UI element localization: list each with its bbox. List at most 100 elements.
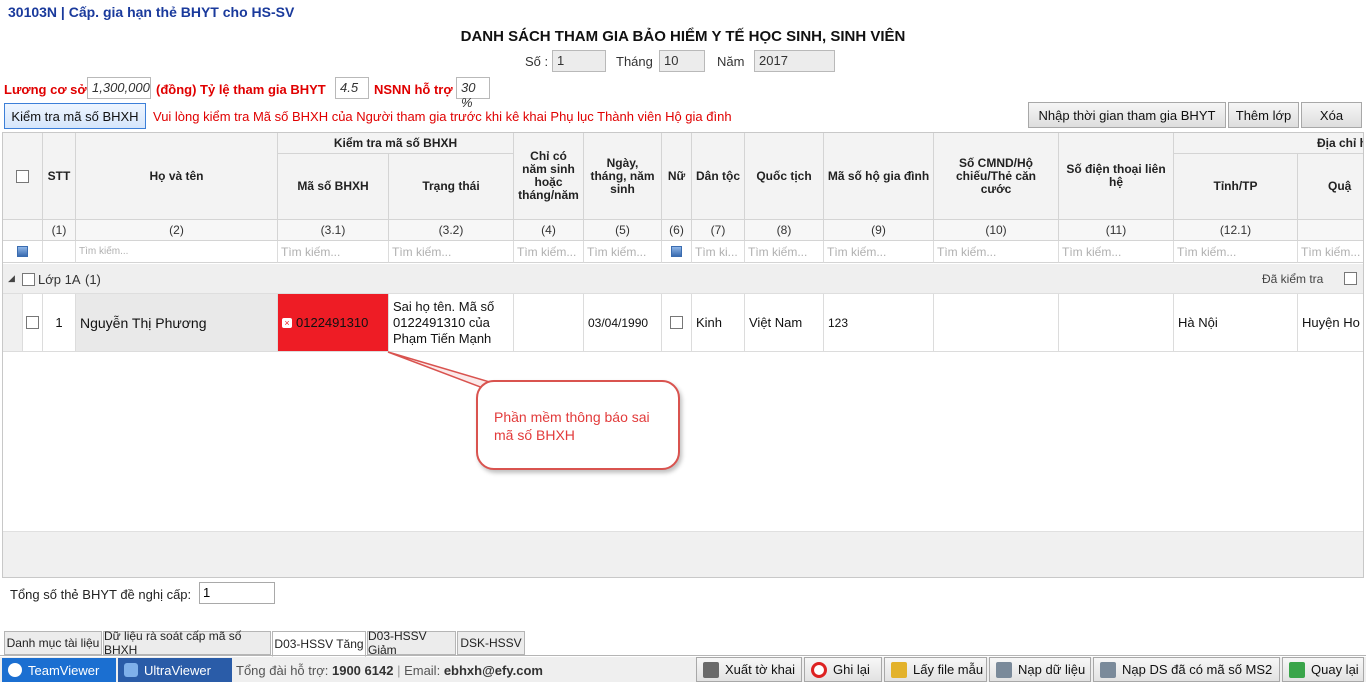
header-dob[interactable]: Ngày, tháng, năm sinh (584, 133, 662, 220)
search-female[interactable] (662, 241, 692, 263)
nsnn-field[interactable]: 30 % (456, 77, 490, 110)
email-label: Email: (404, 663, 441, 678)
add-class-button[interactable]: Thêm lớp (1228, 102, 1299, 128)
header-status[interactable]: Trạng thái (389, 154, 514, 220)
save-button[interactable]: Ghi lại (804, 657, 882, 682)
header-district[interactable]: Quậ (1298, 154, 1363, 220)
checked-label: Đã kiểm tra (1262, 272, 1324, 286)
filter-select-cell[interactable] (3, 241, 43, 263)
num-idcard: (10) (934, 220, 1059, 241)
get-template-button[interactable]: Lấy file mẫu (884, 657, 987, 682)
load-data-button[interactable]: Nạp dữ liệu (989, 657, 1091, 682)
filter-checkbox-icon[interactable] (17, 246, 28, 257)
female-filter-icon[interactable] (671, 246, 682, 257)
teamviewer-icon (8, 663, 22, 677)
group-checkbox[interactable] (22, 273, 35, 286)
export-button[interactable]: Xuất tờ khai (696, 657, 802, 682)
cell-phone[interactable] (1059, 294, 1174, 352)
group-count: (1) (85, 272, 101, 287)
search-phone[interactable]: Tìm kiếm... (1059, 241, 1174, 263)
luong-field[interactable]: 1,300,000 (87, 77, 151, 99)
header-address-group: Địa chỉ h (1174, 133, 1363, 154)
tab-d03-tang[interactable]: D03-HSSV Tăng (272, 631, 366, 657)
back-button[interactable]: Quay lại (1282, 657, 1364, 682)
email-value: ebhxh@efy.com (443, 663, 543, 678)
group-row[interactable]: ◢ Lớp 1A (1) Đã kiểm tra (3, 264, 1363, 294)
import-time-button[interactable]: Nhập thời gian tham gia BHYT (1028, 102, 1226, 128)
tab-dsk[interactable]: DSK-HSSV (457, 631, 525, 655)
thang-field[interactable]: 10 (659, 50, 705, 72)
header-stt[interactable]: STT (43, 133, 76, 220)
load-ms2-button[interactable]: Nạp DS đã có mã số MS2 (1093, 657, 1280, 682)
cell-household[interactable]: 123 (824, 294, 934, 352)
select-all-checkbox[interactable] (16, 169, 29, 183)
num-female: (6) (662, 220, 692, 241)
tab-d03-giam[interactable]: D03-HSSV Giảm (367, 629, 456, 657)
num-code: (3.1) (278, 220, 389, 241)
num-stt: (1) (43, 220, 76, 241)
checked-checkbox[interactable] (1344, 272, 1357, 285)
tab-du-lieu-ra-soat[interactable]: Dữ liệu rà soát cấp mã số BHXH (103, 629, 271, 657)
search-stt[interactable] (43, 241, 76, 263)
header-year-only[interactable]: Chỉ có năm sinh hoặc tháng/năm (514, 133, 584, 220)
group-label: Lớp 1A (38, 272, 81, 287)
check-bhxh-button[interactable]: Kiểm tra mã số BHXH (4, 103, 146, 129)
cell-province[interactable]: Hà Nội (1174, 294, 1298, 352)
tab-danh-muc[interactable]: Danh mục tài liệu (4, 631, 102, 655)
cell-idcard[interactable] (934, 294, 1059, 352)
search-district[interactable]: Tìm kiếm... (1298, 241, 1363, 263)
search-code[interactable]: Tìm kiếm... (278, 241, 389, 263)
search-status[interactable]: Tìm kiếm... (389, 241, 514, 263)
so-label: Số : (525, 54, 549, 69)
luong-label: Lương cơ sở (4, 82, 87, 97)
window-title: 30103N | Cấp. gia hạn thẻ BHYT cho HS-SV (8, 4, 295, 20)
back-icon (1289, 661, 1305, 678)
cell-nation[interactable]: Việt Nam (745, 294, 824, 352)
row-checkbox[interactable] (26, 316, 39, 329)
num-year-only: (4) (514, 220, 584, 241)
cell-name[interactable]: Nguyễn Thị Phương (76, 294, 278, 352)
search-ethnic[interactable]: Tìm ki... (692, 241, 745, 263)
cell-district[interactable]: Huyện Ho (1298, 294, 1363, 352)
load-ms2-label: Nạp DS đã có mã số MS2 (1122, 662, 1273, 677)
export-icon (703, 661, 719, 678)
document-title: DANH SÁCH THAM GIA BẢO HIỂM Y TẾ HỌC SIN… (460, 28, 906, 45)
delete-button[interactable]: Xóa (1301, 102, 1362, 128)
header-ethnic[interactable]: Dân tộc (692, 133, 745, 220)
search-nation[interactable]: Tìm kiếm... (745, 241, 824, 263)
cell-ethnic[interactable]: Kinh (692, 294, 745, 352)
search-idcard[interactable]: Tìm kiếm... (934, 241, 1059, 263)
search-household[interactable]: Tìm kiếm... (824, 241, 934, 263)
total-label: Tổng số thẻ BHYT đề nghị cấp: (10, 587, 192, 602)
row-select-cell[interactable] (23, 294, 43, 352)
tyle-label: (đồng) Tỷ lệ tham gia BHYT (156, 82, 326, 97)
header-phone[interactable]: Số điện thoại liên hệ (1059, 133, 1174, 220)
search-dob[interactable]: Tìm kiếm... (584, 241, 662, 263)
load-data-icon (996, 661, 1012, 678)
tyle-field[interactable]: 4.5 (335, 77, 369, 99)
tab-divider (0, 655, 1366, 656)
teamviewer-button[interactable]: TeamViewer (2, 658, 116, 682)
num-phone: (11) (1059, 220, 1174, 241)
search-province[interactable]: Tìm kiếm... (1174, 241, 1298, 263)
search-name[interactable]: Tìm kiếm... (76, 241, 278, 263)
header-nation[interactable]: Quốc tịch (745, 133, 824, 220)
search-year-only[interactable]: Tìm kiếm... (514, 241, 584, 263)
header-province[interactable]: Tỉnh/TP (1174, 154, 1298, 220)
female-checkbox[interactable] (670, 316, 683, 329)
header-household[interactable]: Mã số hộ gia đình (824, 133, 934, 220)
header-female[interactable]: Nữ (662, 133, 692, 220)
grid-footer (3, 531, 1363, 577)
nam-field[interactable]: 2017 (754, 50, 835, 72)
select-all-header[interactable] (3, 133, 43, 220)
header-name[interactable]: Họ và tên (76, 133, 278, 220)
num-province: (12.1) (1174, 220, 1298, 241)
header-idcard[interactable]: Số CMND/Hộ chiếu/Thẻ căn cước (934, 133, 1059, 220)
num-dob: (5) (584, 220, 662, 241)
so-field[interactable]: 1 (552, 50, 606, 72)
header-code[interactable]: Mã số BHXH (278, 154, 389, 220)
total-field[interactable]: 1 (199, 582, 275, 604)
ultraviewer-button[interactable]: UltraViewer (118, 658, 232, 682)
warning-message: Vui lòng kiểm tra Mã số BHXH của Người t… (153, 109, 732, 124)
collapse-triangle-icon[interactable]: ◢ (8, 273, 15, 284)
